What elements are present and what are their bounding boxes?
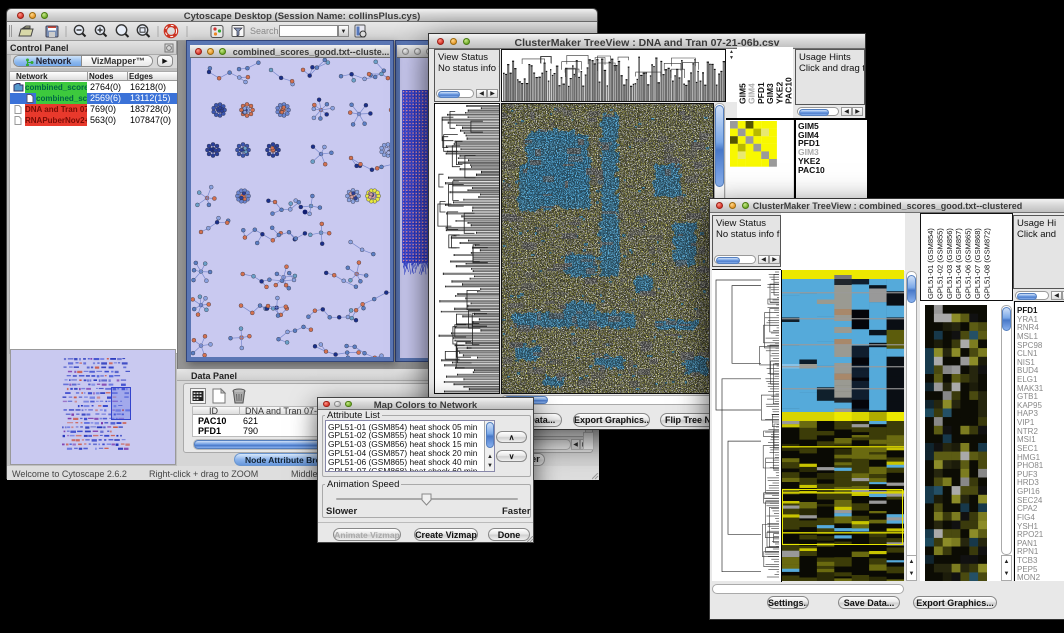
svg-text:GPL51-02 (GSM855): GPL51-02 (GSM855): [935, 228, 944, 299]
svg-text:GPL51-03 (GSM856): GPL51-03 (GSM856): [945, 228, 954, 299]
svg-text:GPL51-07 (GSM868): GPL51-07 (GSM868): [973, 228, 982, 299]
svg-text:GPL51-06 (GSM865): GPL51-06 (GSM865): [964, 228, 973, 299]
svg-text:GPL51-04 (GSM857): GPL51-04 (GSM857): [954, 228, 963, 299]
svg-text:GPL51-01 (GSM854): GPL51-01 (GSM854): [926, 228, 935, 299]
svg-text:GPL51-08 (GSM872): GPL51-08 (GSM872): [982, 228, 991, 299]
svg-text:PAC10: PAC10: [784, 77, 794, 104]
